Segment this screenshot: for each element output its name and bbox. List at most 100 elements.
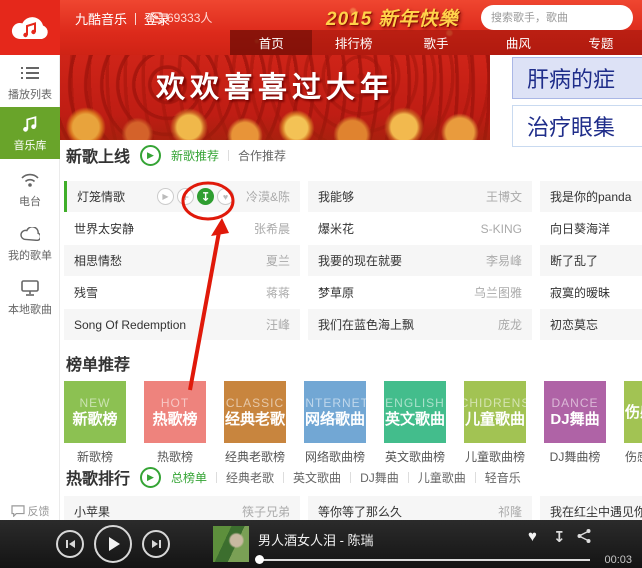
- tile-hot-songs-chart[interactable]: HOT 热歌榜 热歌榜: [144, 381, 206, 465]
- song-cell[interactable]: 梦草原 乌兰图雅: [308, 277, 532, 308]
- song-title: 灯笼情歌: [77, 190, 126, 204]
- tab-english[interactable]: 英文歌曲: [293, 469, 341, 486]
- song-cell[interactable]: 灯笼情歌 ▶ + ↧ ♥ 冷漠&陈: [64, 181, 300, 212]
- song-cell[interactable]: 我要的现在就要 李易峰: [308, 245, 532, 276]
- play-all-icon[interactable]: ▶: [140, 466, 162, 488]
- new-songs-header: 新歌上线 ▶ 新歌推荐 合作推荐: [66, 143, 286, 167]
- song-cell[interactable]: 残雪 蒋蒋: [64, 277, 300, 308]
- song-artist: 李易峰: [485, 254, 522, 268]
- monitor-icon: [20, 278, 40, 298]
- search-box[interactable]: [481, 5, 635, 30]
- favorite-icon[interactable]: ♥: [528, 528, 537, 545]
- nav-genres[interactable]: 曲风: [477, 30, 559, 55]
- song-artist: 乌兰图雅: [473, 286, 522, 300]
- progress-bar[interactable]: [258, 559, 590, 561]
- tile-label: 儿童歌曲榜: [464, 450, 525, 464]
- album-art[interactable]: [213, 526, 249, 562]
- song-title: 断了乱了: [550, 254, 599, 268]
- nav-home[interactable]: 首页: [230, 30, 313, 55]
- sidebar-item-label: 我的歌单: [8, 249, 52, 262]
- previous-track-button[interactable]: [56, 530, 84, 558]
- tab-overall-chart[interactable]: 总榜单: [171, 469, 207, 486]
- hot-songs-grid: 小苹果 筷子兄弟 等你等了那么久 祁隆 我在红尘中遇见你: [60, 496, 642, 520]
- play-pause-button[interactable]: [94, 525, 132, 563]
- song-cell[interactable]: 向日葵海洋: [540, 213, 642, 244]
- brand-link[interactable]: 九酷音乐: [75, 9, 127, 28]
- tile-label: 经典老歌榜: [224, 450, 285, 464]
- download-song-icon[interactable]: ↧: [196, 188, 214, 205]
- next-track-button[interactable]: [142, 530, 170, 558]
- nav-topics[interactable]: 专题: [560, 30, 642, 55]
- progress-knob[interactable]: [255, 555, 264, 564]
- tile-dj-dance-chart[interactable]: DANCE DJ舞曲 DJ舞曲榜: [544, 381, 606, 465]
- download-icon[interactable]: ↧: [553, 528, 566, 546]
- section-title: 新歌上线: [66, 149, 131, 166]
- song-cell[interactable]: 等你等了那么久 祁隆: [308, 496, 532, 520]
- search-input[interactable]: [489, 10, 635, 25]
- tile-en: INTERNET: [301, 395, 369, 410]
- left-sidebar: 播放列表 音乐库 电台 我的歌单 本地歌曲 反馈: [0, 55, 60, 520]
- song-title: 我要的现在就要: [318, 254, 403, 268]
- tile-internet-songs-chart[interactable]: INTERNET 网络歌曲 网络歌曲榜: [301, 381, 369, 465]
- song-cell[interactable]: 小苹果 筷子兄弟: [64, 496, 300, 520]
- tab-classic[interactable]: 经典老歌: [226, 469, 274, 486]
- section-title: 热歌排行: [66, 471, 131, 488]
- song-cell[interactable]: 断了乱了: [540, 245, 642, 276]
- tile-label: 新歌榜: [76, 450, 113, 464]
- nav-charts[interactable]: 排行榜: [312, 30, 394, 55]
- tab-coop-recommend[interactable]: 合作推荐: [238, 147, 286, 164]
- tile-sad-songs-chart[interactable]: 伤感歌曲 伤感歌曲榜: [624, 381, 642, 465]
- app-logo[interactable]: [0, 0, 60, 55]
- tile-en: HOT: [160, 395, 190, 410]
- play-song-icon[interactable]: ▶: [156, 188, 174, 205]
- ad-box-1[interactable]: 肝病的症: [512, 57, 642, 99]
- tab-new-recommend[interactable]: 新歌推荐: [171, 147, 219, 164]
- ad-text: 治疗眼集: [527, 115, 616, 140]
- song-cell[interactable]: 我是你的panda: [540, 181, 642, 212]
- tile-cn: 新歌榜: [72, 410, 118, 428]
- song-cell[interactable]: 爆米花 S-KING: [308, 213, 532, 244]
- tile-children-songs-chart[interactable]: CHIDRENS 儿童歌曲 儿童歌曲榜: [460, 381, 529, 465]
- tab-light-music[interactable]: 轻音乐: [485, 469, 521, 486]
- sidebar-item-radio[interactable]: 电台: [0, 167, 60, 211]
- hot-songs-header: 热歌排行 ▶ 总榜单 经典老歌 英文歌曲 DJ舞曲 儿童歌曲 轻音乐: [66, 465, 521, 489]
- song-title: 我是你的panda: [550, 190, 632, 204]
- song-cell[interactable]: 我们在蓝色海上飘 庞龙: [308, 309, 532, 340]
- favorite-song-icon[interactable]: ♥: [216, 188, 234, 205]
- sidebar-item-playlist[interactable]: 播放列表: [0, 61, 60, 103]
- tab-children[interactable]: 儿童歌曲: [418, 469, 466, 486]
- song-cell[interactable]: 寂寞的暧昧: [540, 277, 642, 308]
- feedback-link[interactable]: 反馈: [0, 503, 60, 519]
- song-cell[interactable]: 相思情愁 夏兰: [64, 245, 300, 276]
- sidebar-item-my-playlists[interactable]: 我的歌单: [0, 221, 60, 265]
- sidebar-item-music-library[interactable]: 音乐库: [0, 107, 60, 159]
- tile-english-songs-chart[interactable]: ENGLISH 英文歌曲 英文歌曲榜: [384, 381, 446, 465]
- song-cell[interactable]: 我能够 王博文: [308, 181, 532, 212]
- online-count: 69333人: [150, 9, 212, 26]
- song-cell[interactable]: 初恋莫忘: [540, 309, 642, 340]
- sidebar-item-local-songs[interactable]: 本地歌曲: [0, 275, 60, 319]
- song-cell[interactable]: 世界太安静 张希晨: [64, 213, 300, 244]
- play-all-icon[interactable]: ▶: [140, 144, 162, 166]
- ad-box-2[interactable]: 治疗眼集: [512, 105, 642, 147]
- banner-title: 欢欢喜喜过大年: [155, 72, 394, 104]
- festival-banner[interactable]: 欢欢喜喜过大年: [60, 55, 490, 140]
- song-cell[interactable]: Song Of Redemption 汪峰: [64, 309, 300, 340]
- tile-classic-songs-chart[interactable]: CLASSIC 经典老歌 经典老歌榜: [224, 381, 286, 465]
- share-icon[interactable]: [576, 528, 592, 549]
- tile-cn: 儿童歌曲: [464, 410, 525, 428]
- song-title: 梦草原: [318, 286, 355, 300]
- nav-artists[interactable]: 歌手: [395, 30, 477, 55]
- tile-cn: 经典老歌: [224, 410, 285, 428]
- tab-dj[interactable]: DJ舞曲: [360, 469, 399, 486]
- tile-new-songs-chart[interactable]: NEW 新歌榜 新歌榜: [64, 381, 126, 465]
- tab-divider: [407, 471, 409, 483]
- song-artist: 庞龙: [497, 318, 522, 332]
- song-cell[interactable]: 我在红尘中遇见你: [540, 496, 642, 520]
- add-song-icon[interactable]: +: [176, 188, 194, 205]
- song-hover-actions: ▶ + ↧ ♥: [156, 188, 234, 205]
- song-artist: 汪峰: [265, 318, 290, 332]
- cloud-music-icon: [11, 16, 48, 39]
- tile-label: DJ舞曲榜: [549, 450, 601, 464]
- song-title: 残雪: [74, 286, 99, 300]
